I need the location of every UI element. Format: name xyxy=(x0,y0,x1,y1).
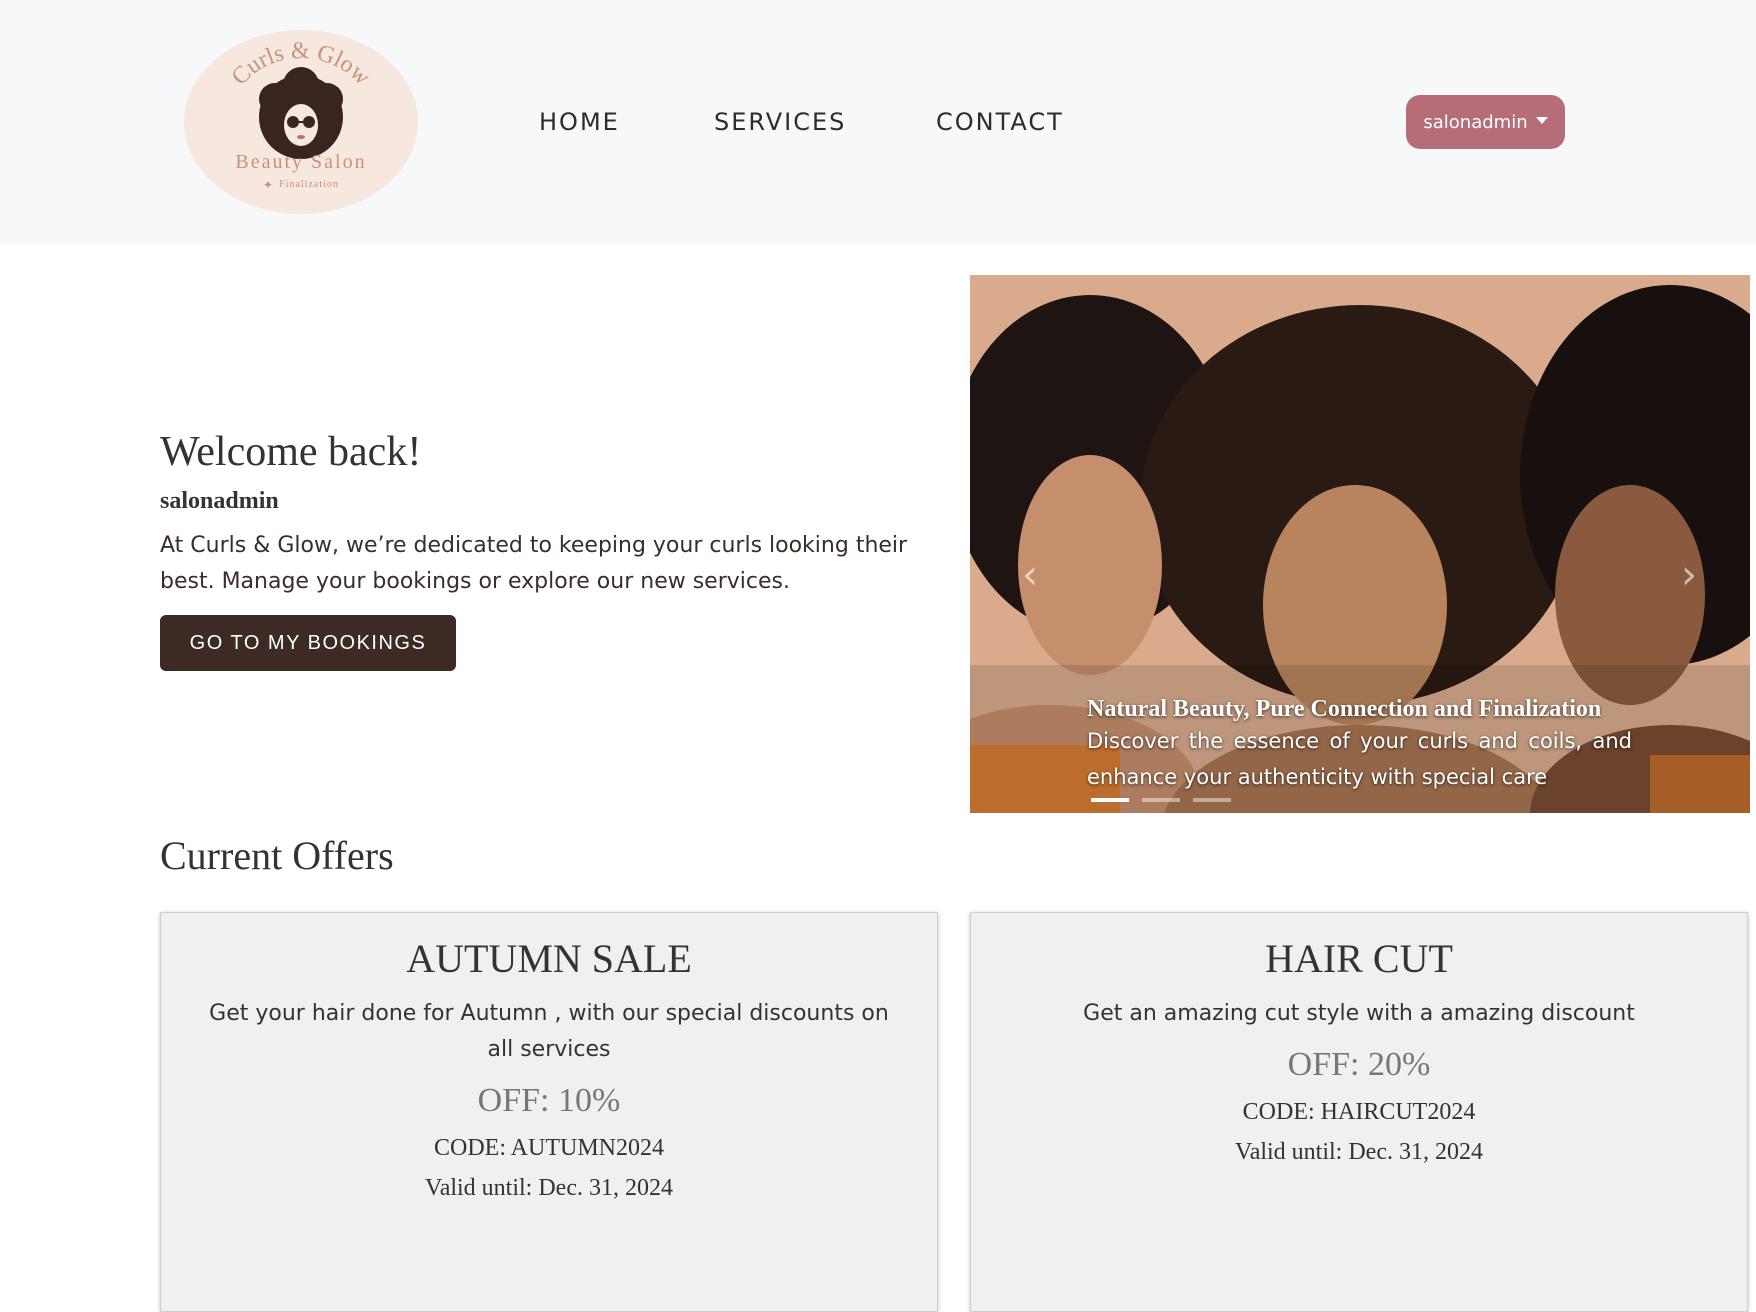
nav-contact[interactable]: CONTACT xyxy=(936,108,1064,136)
offer-card: HAIR CUT Get an amazing cut style with a… xyxy=(970,912,1748,1312)
carousel-next-icon[interactable]: › xyxy=(1681,555,1697,595)
carousel-indicator-1[interactable] xyxy=(1091,798,1129,802)
carousel-indicator-2[interactable] xyxy=(1142,798,1180,802)
offer-card: AUTUMN SALE Get your hair done for Autum… xyxy=(160,912,938,1312)
logo-emblem: Curls & Glow Beauty Salon Finalization ✦ xyxy=(184,30,418,214)
welcome-username: salonadmin xyxy=(160,488,279,514)
nav-services[interactable]: SERVICES xyxy=(714,108,846,136)
offer-description: Get your hair done for Autumn , with our… xyxy=(209,1001,889,1062)
logo-tagline: Finalization xyxy=(279,179,339,190)
logo-title: Beauty Salon xyxy=(235,151,366,173)
carousel-prev-icon[interactable]: ‹ xyxy=(1022,555,1038,595)
offer-name: AUTUMN SALE xyxy=(406,936,692,981)
site-header: Curls & Glow Beauty Salon Finalization ✦… xyxy=(0,0,1756,244)
offer-code: CODE: HAIRCUT2024 xyxy=(1242,1099,1476,1125)
my-bookings-button[interactable]: GO TO MY BOOKINGS xyxy=(160,615,456,671)
offer-discount: OFF: 10% xyxy=(477,1082,621,1119)
carousel-caption: Natural Beauty, Pure Connection and Fina… xyxy=(1087,695,1632,795)
welcome-title: Welcome back! xyxy=(160,429,422,475)
user-menu-label: salonadmin xyxy=(1423,111,1528,133)
offer-name: HAIR CUT xyxy=(1265,936,1453,981)
offer-description: Get an amazing cut style with a amazing … xyxy=(1083,1001,1635,1026)
carousel-indicator-3[interactable] xyxy=(1193,798,1231,802)
chevron-down-icon xyxy=(1535,116,1548,124)
hero-carousel[interactable]: ‹ › Natural Beauty, Pure Connection and … xyxy=(970,275,1750,813)
offer-discount: OFF: 20% xyxy=(1287,1046,1431,1083)
user-menu-button[interactable]: salonadmin xyxy=(1406,95,1565,149)
salon-logo[interactable]: Curls & Glow Beauty Salon Finalization ✦ xyxy=(183,29,419,215)
carousel-indicators xyxy=(1091,798,1231,802)
offer-valid-until: Valid until: Dec. 31, 2024 xyxy=(425,1175,673,1201)
welcome-text: At Curls & Glow, we’re dedicated to keep… xyxy=(160,533,908,594)
nav-home[interactable]: HOME xyxy=(539,108,620,136)
caption-text: Discover the essence of your curls and c… xyxy=(1087,729,1632,789)
offer-valid-until: Valid until: Dec. 31, 2024 xyxy=(1235,1139,1483,1165)
caption-title: Natural Beauty, Pure Connection and Fina… xyxy=(1087,696,1602,722)
offers-title: Current Offers xyxy=(160,833,394,878)
sparkle-icon: ✦ xyxy=(263,178,273,192)
offer-code: CODE: AUTUMN2024 xyxy=(433,1135,664,1161)
